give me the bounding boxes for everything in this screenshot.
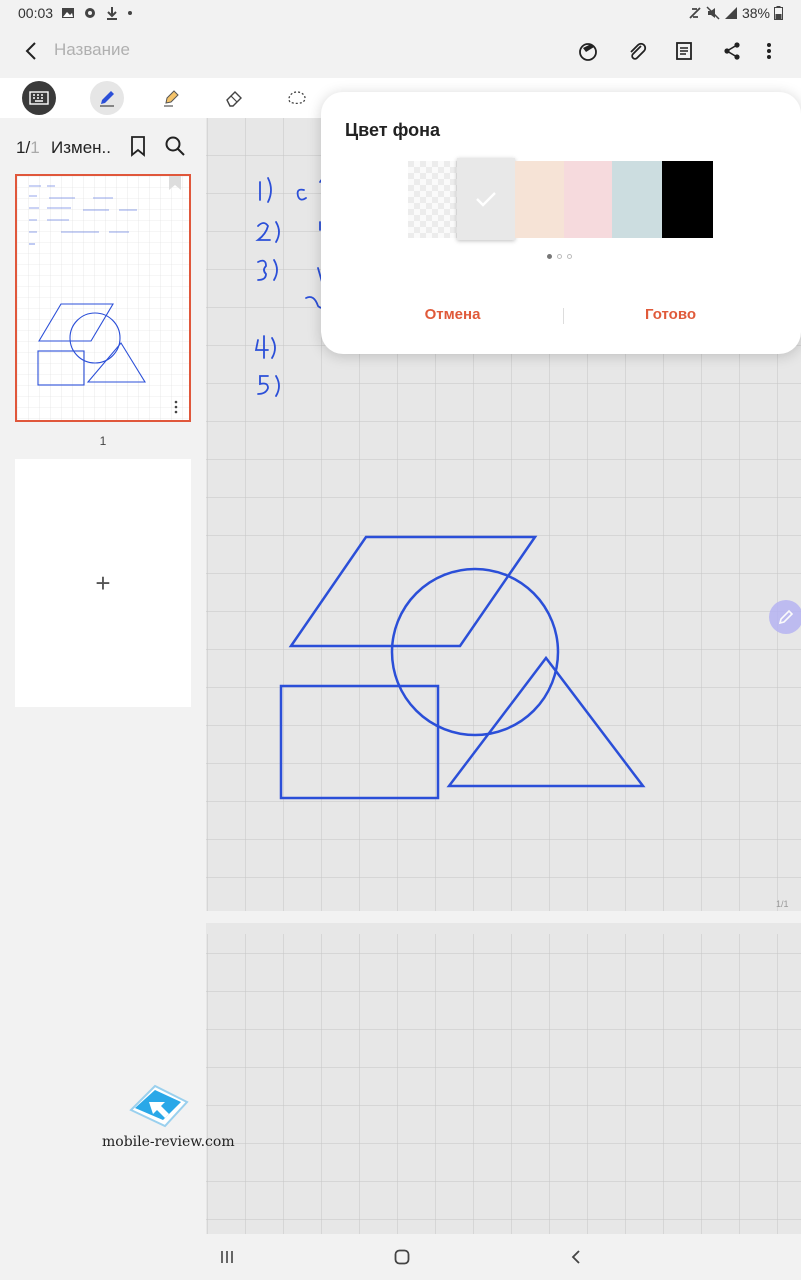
handwriting-icon[interactable] (573, 36, 603, 66)
swatch-peach[interactable] (515, 161, 564, 238)
clock: 00:03 (18, 5, 54, 21)
pen-icon (778, 609, 794, 625)
swatch-gray[interactable] (457, 158, 515, 240)
dialog-title: Цвет фона (345, 120, 440, 140)
divider (563, 308, 564, 324)
back-icon[interactable] (16, 36, 46, 66)
swatch-transparent[interactable] (408, 161, 458, 238)
cancel-button[interactable]: Отмена (371, 306, 534, 323)
page-indicator: 1/1 (776, 899, 789, 909)
highlighter-icon[interactable] (154, 81, 188, 115)
dot-icon (127, 10, 133, 16)
swatch-black[interactable] (662, 161, 713, 238)
floating-pen-button[interactable] (769, 600, 801, 634)
check-icon (476, 192, 496, 207)
pen-icon[interactable] (90, 81, 124, 115)
page-template-icon[interactable] (669, 36, 699, 66)
add-page-button[interactable]: + (15, 459, 191, 707)
watermark-text: mobile-review.com (102, 1134, 235, 1150)
done-button[interactable]: Готово (589, 306, 752, 323)
sync-icon (688, 6, 702, 20)
download-icon (105, 6, 119, 20)
swatch-blue-gray[interactable] (612, 161, 662, 238)
title-input[interactable]: Название (54, 40, 130, 60)
back-nav-icon[interactable] (563, 1244, 589, 1270)
watermark-logo (125, 1080, 191, 1132)
pager-dot[interactable] (557, 254, 562, 259)
search-icon[interactable] (163, 134, 187, 158)
page-thumbnail[interactable] (15, 174, 191, 422)
attach-icon[interactable] (622, 36, 652, 66)
image-icon (61, 6, 75, 20)
home-icon[interactable] (389, 1244, 415, 1270)
lasso-icon[interactable] (280, 81, 314, 115)
gear-icon (83, 6, 97, 20)
battery-level: 38% (741, 5, 770, 21)
background-color-dialog: Цвет фона Отмена Готово (321, 92, 801, 354)
mute-icon (706, 6, 720, 20)
pager-dot[interactable] (567, 254, 572, 259)
add-page-label: + (95, 567, 111, 598)
eraser-icon[interactable] (217, 81, 251, 115)
battery-icon (774, 6, 783, 20)
share-icon[interactable] (717, 36, 747, 66)
system-nav-bar (0, 1234, 801, 1280)
more-icon[interactable] (754, 36, 784, 66)
keyboard-icon[interactable] (22, 81, 56, 115)
bookmark-icon[interactable] (126, 134, 150, 158)
page-number-label: 1 (99, 434, 107, 448)
recents-icon[interactable] (214, 1244, 240, 1270)
pager-dot[interactable] (547, 254, 552, 259)
page-sidebar: 1/1 Измен.. 1 + (0, 118, 206, 1234)
app-bar: Название (0, 26, 801, 76)
status-bar: 00:03 38% (0, 0, 801, 26)
page-counter: 1/1 (16, 138, 40, 157)
swatch-pink[interactable] (564, 161, 612, 238)
document-name: Измен.. (51, 138, 111, 157)
swatch-pager (547, 254, 572, 259)
signal-icon (724, 6, 738, 20)
